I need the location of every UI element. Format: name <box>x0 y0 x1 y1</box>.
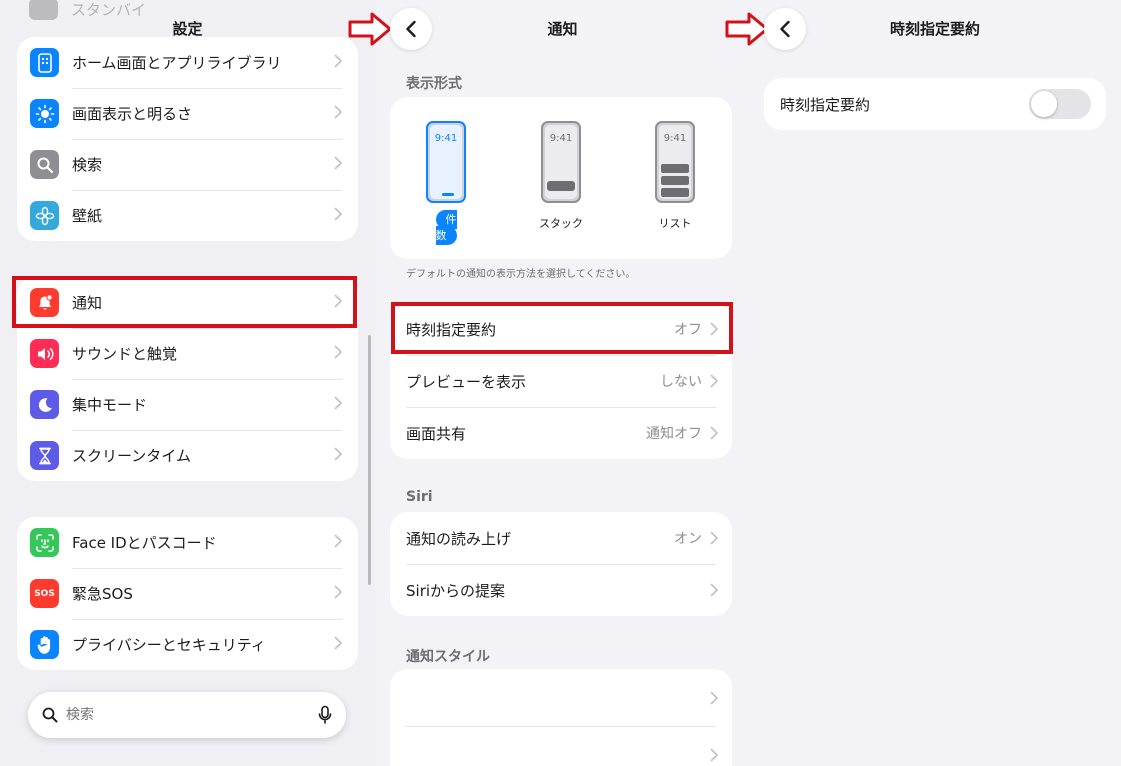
back-button[interactable] <box>764 8 806 50</box>
section-header-notification-style: 通知スタイル <box>406 649 490 665</box>
row-siri-suggestions[interactable]: Siriからの提案 <box>390 564 732 616</box>
chevron-left-icon <box>406 20 416 38</box>
settings-item-display[interactable]: 画面表示と明るさ <box>17 88 358 139</box>
standby-icon <box>29 0 58 20</box>
settings-item-focus[interactable]: 集中モード <box>17 379 358 430</box>
page-title: 時刻指定要約 <box>889 20 980 38</box>
chevron-right-icon <box>334 54 342 68</box>
search-icon <box>42 707 58 723</box>
summary-toggle-card: 時刻指定要約 <box>764 78 1106 130</box>
chevron-right-icon <box>710 426 718 440</box>
toggle-knob <box>1031 91 1057 117</box>
search-bar[interactable] <box>28 692 346 738</box>
chevron-right-icon <box>710 583 718 597</box>
chevron-right-icon <box>334 585 342 599</box>
phone-preview-stack: 9:41 <box>541 121 581 203</box>
chevron-right-icon <box>334 636 342 650</box>
section-header-display: 表示形式 <box>406 76 462 92</box>
search-input[interactable] <box>66 707 318 723</box>
notifications-icon <box>30 288 59 317</box>
settings-group-2: 通知 サウンドと触覚 集中モード スクリーンタイム <box>17 277 358 481</box>
row-scheduled-summary[interactable]: 時刻指定要約 オフ <box>390 303 732 355</box>
wallpaper-icon <box>30 201 59 230</box>
row-app-2[interactable] <box>390 726 732 766</box>
chevron-right-icon <box>334 534 342 548</box>
home-screen-icon <box>30 48 59 77</box>
red-arrow-icon <box>348 12 392 46</box>
row-show-previews[interactable]: プレビューを表示 しない <box>390 355 732 407</box>
chevron-right-icon <box>710 747 718 762</box>
moon-icon <box>30 390 59 419</box>
chevron-right-icon <box>334 294 342 308</box>
settings-item-home-screen[interactable]: ホーム画面とアプリライブラリ <box>17 37 358 88</box>
chevron-right-icon <box>710 531 718 545</box>
row-screen-sharing[interactable]: 画面共有 通知オフ <box>390 407 732 459</box>
hourglass-icon <box>30 441 59 470</box>
back-button[interactable] <box>390 8 432 50</box>
settings-item-emergency-sos[interactable]: SOS 緊急SOS <box>17 568 358 619</box>
chevron-right-icon <box>710 322 718 336</box>
settings-item-screen-time[interactable]: スクリーンタイム <box>17 430 358 481</box>
chevron-right-icon <box>334 105 342 119</box>
search-icon <box>30 150 59 179</box>
chevron-right-icon <box>334 345 342 359</box>
brightness-icon <box>30 99 59 128</box>
page-title: 設定 <box>172 20 203 38</box>
settings-item-search[interactable]: 検索 <box>17 139 358 190</box>
chevron-left-icon <box>780 20 790 38</box>
row-announce-notifications[interactable]: 通知の読み上げ オン <box>390 512 732 564</box>
row-app-1[interactable] <box>390 669 732 726</box>
app-list-group <box>390 669 732 766</box>
chevron-right-icon <box>334 396 342 410</box>
hand-icon <box>30 630 59 659</box>
display-footer-text: デフォルトの通知の表示方法を選択してください。 <box>406 269 636 280</box>
settings-item-notifications[interactable]: 通知 <box>17 277 358 328</box>
section-header-siri: Siri <box>406 489 433 505</box>
settings-item-privacy[interactable]: プライバシーとセキュリティ <box>17 619 358 670</box>
chevron-right-icon <box>710 690 718 705</box>
settings-panel: スタンバイ 設定 ホーム画面とアプリライブラリ 画面表示と明るさ 検索 壁紙 通… <box>0 0 375 766</box>
settings-item-face-id[interactable]: Face IDとパスコード <box>17 517 358 568</box>
sound-icon <box>30 339 59 368</box>
chevron-right-icon <box>334 447 342 461</box>
sos-icon: SOS <box>30 579 59 608</box>
phone-preview-list: 9:41 <box>655 121 695 203</box>
notifications-group-1: 時刻指定要約 オフ プレビューを表示 しない 画面共有 通知オフ <box>390 303 732 459</box>
settings-group-1: ホーム画面とアプリライブラリ 画面表示と明るさ 検索 壁紙 <box>17 37 358 241</box>
settings-item-sound[interactable]: サウンドと触覚 <box>17 328 358 379</box>
phone-preview-count: 9:41 <box>426 121 466 203</box>
siri-group: 通知の読み上げ オン Siriからの提案 <box>390 512 732 616</box>
faded-row-standby: スタンバイ <box>29 0 146 20</box>
chevron-right-icon <box>334 207 342 221</box>
face-id-icon <box>30 528 59 557</box>
scheduled-summary-toggle[interactable] <box>1029 89 1091 119</box>
display-style-card: 9:41 件数 9:41 スタック 9:41 リスト <box>390 97 732 259</box>
settings-item-wallpaper[interactable]: 壁紙 <box>17 190 358 241</box>
microphone-icon[interactable] <box>318 705 332 725</box>
settings-group-3: Face IDとパスコード SOS 緊急SOS プライバシーとセキュリティ <box>17 517 358 670</box>
scroll-indicator[interactable] <box>368 335 371 585</box>
chevron-right-icon <box>334 156 342 170</box>
chevron-right-icon <box>710 374 718 388</box>
